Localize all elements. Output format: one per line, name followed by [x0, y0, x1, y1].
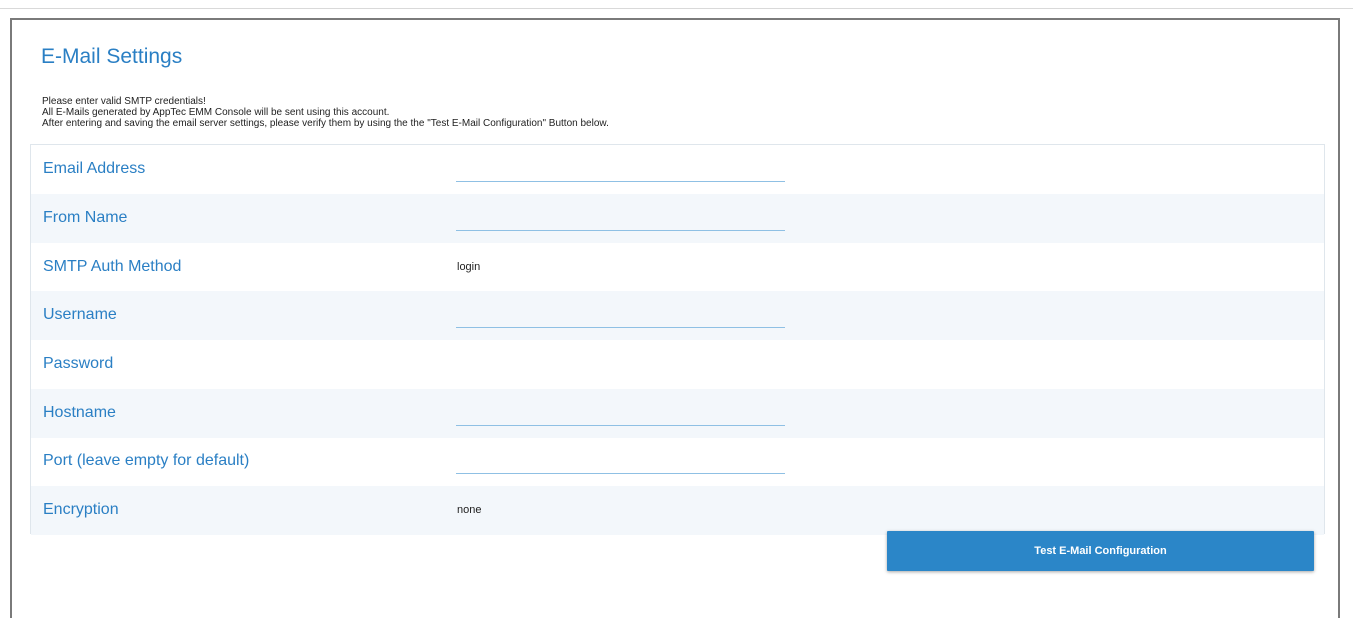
intro-line-1: Please enter valid SMTP credentials! — [42, 96, 206, 107]
username-label: Username — [43, 306, 117, 323]
email-address-label: Email Address — [43, 160, 146, 177]
password-label: Password — [43, 355, 114, 372]
form-row-password: Password — [31, 340, 1324, 389]
hostname-input[interactable] — [456, 403, 785, 426]
from-name-label: From Name — [43, 209, 128, 226]
hostname-label: Hostname — [43, 404, 116, 421]
form-row-smtp-auth-method: SMTP Auth Method login — [31, 243, 1324, 292]
port-input[interactable] — [456, 451, 785, 474]
top-frame-border — [0, 0, 1353, 9]
page-title: E-Mail Settings — [41, 45, 183, 68]
intro-text: Please enter valid SMTP credentials! All… — [42, 96, 609, 129]
email-settings-panel: E-Mail Settings Please enter valid SMTP … — [10, 18, 1340, 618]
form-row-username: Username — [31, 291, 1324, 340]
form-row-hostname: Hostname — [31, 389, 1324, 438]
intro-line-2: All E-Mails generated by AppTec EMM Cons… — [42, 107, 390, 118]
intro-line-3: After entering and saving the email serv… — [42, 118, 609, 129]
port-label: Port (leave empty for default) — [43, 452, 250, 469]
form-row-from-name: From Name — [31, 194, 1324, 243]
encryption-label: Encryption — [43, 501, 119, 518]
smtp-auth-method-select[interactable]: login — [457, 261, 480, 273]
encryption-select[interactable]: none — [457, 504, 481, 516]
username-input[interactable] — [456, 305, 785, 328]
form-row-encryption: Encryption none — [31, 486, 1324, 535]
from-name-input[interactable] — [456, 208, 785, 231]
smtp-settings-form: Email Address From Name SMTP Auth Method… — [30, 144, 1325, 535]
form-row-port: Port (leave empty for default) — [31, 437, 1324, 486]
test-email-configuration-button[interactable]: Test E-Mail Configuration — [887, 531, 1314, 571]
smtp-auth-method-label: SMTP Auth Method — [43, 258, 182, 275]
form-row-email-address: Email Address — [31, 145, 1324, 194]
email-address-input[interactable] — [456, 159, 785, 182]
